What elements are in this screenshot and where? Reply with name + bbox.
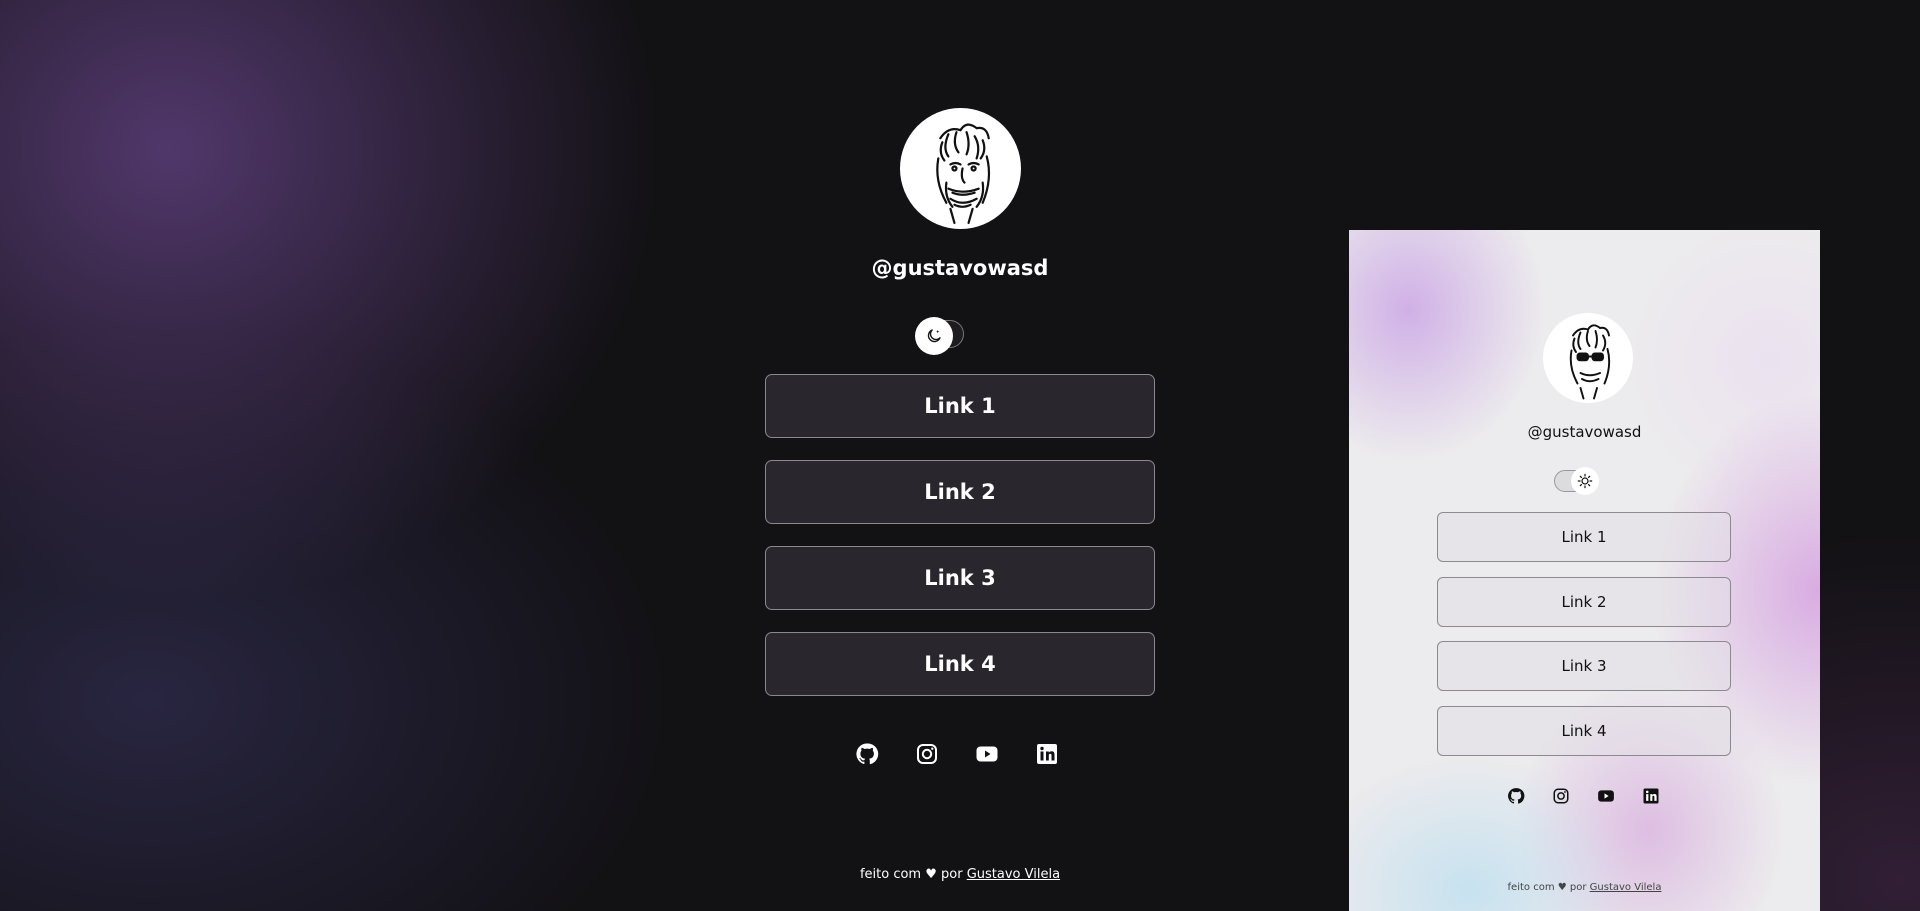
avatar: [900, 108, 1021, 229]
preview-instagram-icon[interactable]: [1552, 787, 1570, 805]
github-icon[interactable]: [855, 742, 879, 766]
theme-toggle-knob[interactable]: [915, 317, 953, 355]
moon-icon: [927, 329, 941, 343]
preview-theme-toggle[interactable]: [1554, 467, 1599, 495]
preview-link-button-1[interactable]: Link 1: [1437, 512, 1731, 562]
preview-linkedin-icon[interactable]: [1642, 787, 1660, 805]
theme-toggle[interactable]: [915, 317, 964, 355]
username: @gustavowasd: [871, 256, 1049, 280]
preview-link-button-4[interactable]: Link 4: [1437, 706, 1731, 756]
footer-text: feito com ♥ por: [859, 867, 963, 882]
avatar-drawing: [936, 123, 991, 225]
light-theme-preview: @gustavowasd Link 1 Link 2 Link 3 Link 4: [1349, 230, 1820, 911]
preview-avatar: [1543, 313, 1633, 403]
link-button-1[interactable]: Link 1: [765, 374, 1155, 438]
preview-avatar-drawing: [1569, 324, 1611, 400]
sun-icon: [1577, 473, 1593, 489]
social-links: [855, 742, 1065, 766]
footer: feito com ♥ por Gustavo Vilela: [765, 867, 1155, 882]
preview-theme-toggle-knob[interactable]: [1571, 467, 1599, 495]
preview-github-icon[interactable]: [1507, 787, 1525, 805]
preview-link-button-2[interactable]: Link 2: [1437, 577, 1731, 627]
preview-link-button-3[interactable]: Link 3: [1437, 641, 1731, 691]
author-link[interactable]: Gustavo Vilela: [967, 867, 1060, 882]
preview-footer: feito com ♥ por Gustavo Vilela: [1349, 882, 1820, 893]
instagram-icon[interactable]: [915, 742, 939, 766]
linkedin-icon[interactable]: [1035, 742, 1059, 766]
link-button-4[interactable]: Link 4: [765, 632, 1155, 696]
youtube-icon[interactable]: [975, 742, 999, 766]
link-button-3[interactable]: Link 3: [765, 546, 1155, 610]
preview-youtube-icon[interactable]: [1597, 787, 1615, 805]
link-button-2[interactable]: Link 2: [765, 460, 1155, 524]
preview-username: @gustavowasd: [1527, 423, 1642, 441]
preview-author-link[interactable]: Gustavo Vilela: [1590, 882, 1662, 893]
preview-footer-text: feito com ♥ por: [1507, 882, 1587, 893]
